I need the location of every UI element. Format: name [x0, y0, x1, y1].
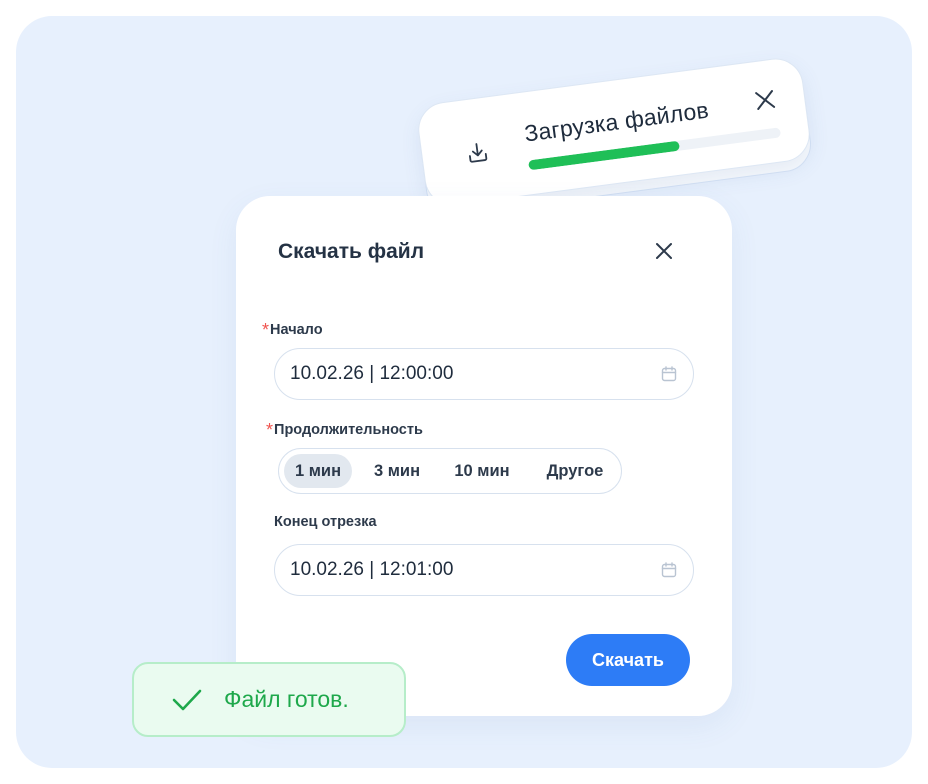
end-datetime-value: 10.02.26 | 12:01:00 [290, 559, 454, 580]
success-message: Файл готов. [224, 686, 349, 712]
upload-close-icon[interactable] [753, 88, 778, 113]
required-mark: * [262, 320, 270, 340]
start-label: *Начало [262, 318, 323, 340]
calendar-icon[interactable] [660, 561, 678, 579]
start-datetime-input[interactable]: 10.02.26 | 12:00:00 [274, 348, 694, 400]
download-icon [463, 138, 492, 167]
download-dialog: Скачать файл *Начало 10.02.26 | 12:00:00… [236, 196, 732, 716]
close-icon[interactable] [653, 240, 675, 262]
calendar-icon[interactable] [660, 365, 678, 383]
duration-label-text: Продолжительность [274, 422, 423, 438]
end-datetime-input[interactable]: 10.02.26 | 12:01:00 [274, 544, 694, 596]
checkmark-icon [170, 685, 204, 715]
success-toast: Файл готов. [132, 662, 406, 737]
duration-label: *Продолжительность [266, 418, 423, 440]
upload-progress-fill [527, 140, 681, 171]
download-button[interactable]: Скачать [566, 634, 690, 686]
required-mark: * [266, 420, 274, 440]
start-label-text: Начало [270, 322, 323, 338]
duration-option-10-min[interactable]: 10 мин [443, 454, 521, 488]
duration-option-other[interactable]: Другое [533, 454, 617, 488]
end-label: Конец отрезка [274, 514, 377, 530]
duration-option-1-min[interactable]: 1 мин [284, 454, 352, 488]
duration-segmented-control: 1 мин 3 мин 10 мин Другое [278, 448, 622, 494]
duration-option-3-min[interactable]: 3 мин [363, 454, 431, 488]
start-datetime-value: 10.02.26 | 12:00:00 [290, 363, 454, 384]
dialog-title: Скачать файл [278, 240, 425, 263]
